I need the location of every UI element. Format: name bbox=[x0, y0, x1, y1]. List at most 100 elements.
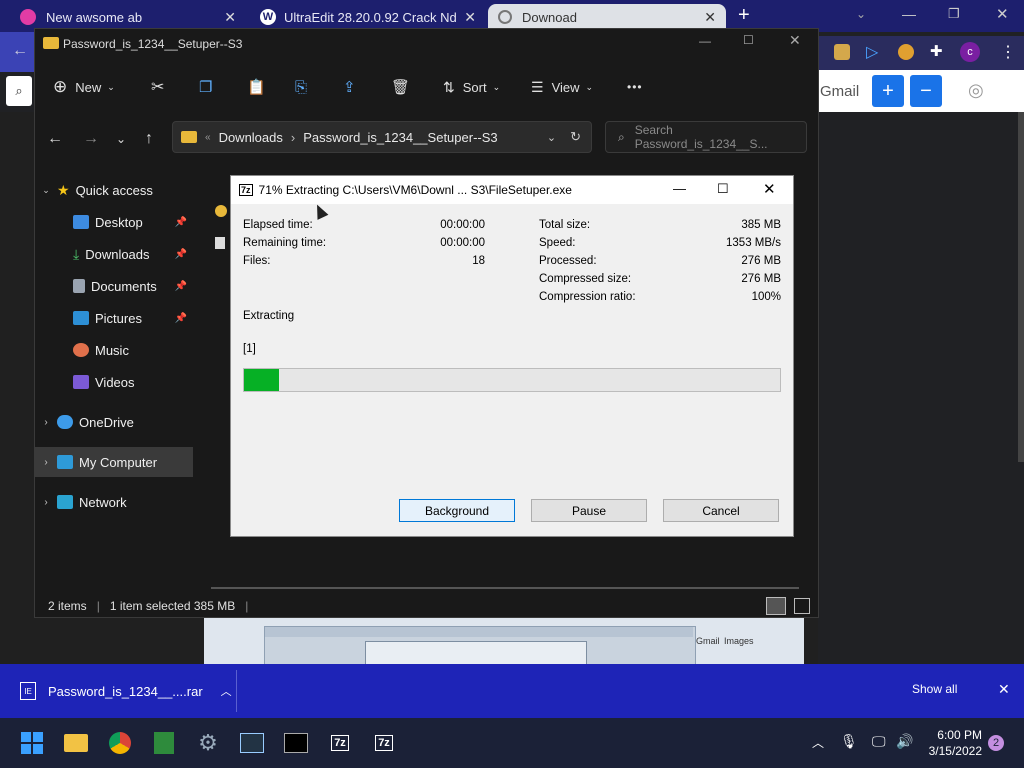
nav-network[interactable]: › Network bbox=[35, 487, 193, 517]
paste-icon[interactable]: 📋 bbox=[247, 69, 266, 105]
play-extension-icon[interactable]: ▷ bbox=[866, 42, 878, 62]
tiles-view-icon[interactable] bbox=[794, 598, 810, 614]
nav-music[interactable]: Music bbox=[35, 335, 193, 365]
scrollbar[interactable] bbox=[1018, 112, 1024, 462]
maximize-icon[interactable]: ☐ bbox=[717, 181, 729, 197]
expand-chevron-icon[interactable]: › bbox=[35, 417, 57, 428]
search-input[interactable]: ⌕ Search Password_is_1234__S... bbox=[605, 121, 807, 153]
browser-tab[interactable]: W UltraEdit 28.20.0.92 Crack Nd Lic ✕ bbox=[250, 4, 486, 30]
close-icon[interactable]: ✕ bbox=[763, 180, 776, 198]
total-size-value: 385 MB bbox=[741, 219, 781, 231]
file-row-icon[interactable] bbox=[215, 237, 225, 249]
search-icon[interactable]: ⌕ bbox=[6, 76, 32, 106]
file-explorer-icon[interactable] bbox=[60, 727, 92, 759]
recent-locations-icon[interactable]: ⌄ bbox=[107, 121, 135, 157]
7zip-taskbar-icon[interactable]: 7z bbox=[368, 727, 400, 759]
eye-off-icon[interactable]: ◎ bbox=[968, 80, 984, 101]
address-bar[interactable]: « Downloads › Password_is_1234__Setuper-… bbox=[172, 121, 592, 153]
extension-icon[interactable] bbox=[834, 44, 850, 60]
new-tab-icon[interactable]: + bbox=[738, 4, 750, 27]
close-tab-icon[interactable]: ✕ bbox=[464, 9, 476, 26]
zoom-out-button[interactable]: − bbox=[910, 75, 942, 107]
maximize-icon[interactable]: ☐ bbox=[743, 33, 754, 47]
site-favicon-icon bbox=[20, 9, 36, 25]
total-size-label: Total size: bbox=[539, 219, 591, 231]
volume-icon[interactable]: 🔊 bbox=[896, 733, 913, 750]
file-row-icon[interactable] bbox=[215, 205, 227, 217]
details-view-icon[interactable] bbox=[766, 597, 786, 615]
expand-chevron-icon[interactable]: › bbox=[35, 457, 57, 468]
browser-tab-active[interactable]: Downoad ✕ bbox=[488, 4, 726, 30]
share-icon[interactable]: ⇪ bbox=[343, 69, 356, 105]
terminal-icon[interactable] bbox=[280, 727, 312, 759]
overflow-chevron-icon[interactable]: « bbox=[205, 132, 211, 143]
nav-videos[interactable]: Videos bbox=[35, 367, 193, 397]
monkey-extension-icon[interactable] bbox=[898, 44, 914, 60]
7zip-taskbar-icon[interactable]: 7z bbox=[324, 727, 356, 759]
profile-avatar[interactable]: c bbox=[960, 42, 980, 62]
minimize-icon[interactable]: — bbox=[902, 6, 916, 22]
puzzle-icon[interactable]: ✚ bbox=[930, 42, 943, 60]
chevron-up-icon[interactable]: ︿ bbox=[812, 734, 824, 751]
close-shelf-icon[interactable]: ✕ bbox=[998, 681, 1010, 698]
more-options-icon[interactable]: ••• bbox=[627, 69, 643, 105]
show-all-button[interactable]: Show all bbox=[912, 682, 984, 700]
music-icon bbox=[73, 343, 89, 357]
up-arrow-icon[interactable]: ↑ bbox=[135, 121, 163, 157]
network-status-icon[interactable]: 🖵 bbox=[872, 733, 886, 750]
nav-downloads[interactable]: ⤓ Downloads 📌 bbox=[35, 239, 193, 269]
sort-button[interactable]: ⇅ Sort ⌄ bbox=[443, 69, 500, 105]
settings-gear-icon[interactable]: ⚙ bbox=[192, 727, 224, 759]
nav-quick-access[interactable]: ⌄ ★ Quick access bbox=[35, 175, 193, 205]
background-button[interactable]: Background bbox=[399, 499, 515, 522]
zoom-in-button[interactable]: + bbox=[872, 75, 904, 107]
cut-icon[interactable]: ✂ bbox=[151, 69, 164, 105]
notification-badge[interactable]: 2 bbox=[988, 735, 1004, 751]
clock-time[interactable]: 6:00 PM bbox=[930, 728, 982, 742]
clock-date[interactable]: 3/15/2022 bbox=[926, 744, 982, 758]
refresh-icon[interactable]: ↻ bbox=[570, 129, 581, 145]
menu-kebab-icon[interactable]: ⋮ bbox=[1000, 42, 1016, 62]
close-tab-icon[interactable]: ✕ bbox=[224, 9, 236, 26]
download-item[interactable]: IE Password_is_1234__....rar ︿ bbox=[0, 664, 236, 718]
restore-icon[interactable]: ❐ bbox=[948, 6, 960, 22]
nav-onedrive[interactable]: › OneDrive bbox=[35, 407, 193, 437]
gmail-link[interactable]: Gmail bbox=[820, 83, 859, 100]
nav-pictures[interactable]: Pictures 📌 bbox=[35, 303, 193, 333]
close-tab-icon[interactable]: ✕ bbox=[704, 9, 716, 26]
close-window-icon[interactable]: ✕ bbox=[789, 32, 801, 49]
expand-chevron-icon[interactable]: › bbox=[35, 497, 57, 508]
forward-arrow-icon[interactable]: → bbox=[77, 121, 105, 157]
rename-icon[interactable]: ⎘ bbox=[295, 69, 307, 105]
back-arrow-icon[interactable]: ← bbox=[41, 121, 69, 157]
copy-icon[interactable]: ❐ bbox=[199, 69, 212, 105]
chart-app-icon[interactable] bbox=[148, 727, 180, 759]
nav-documents[interactable]: Documents 📌 bbox=[35, 271, 193, 301]
expand-chevron-icon[interactable]: ⌄ bbox=[35, 185, 57, 196]
selection-info: 1 item selected 385 MB bbox=[109, 599, 236, 613]
compression-ratio-value: 100% bbox=[751, 291, 781, 303]
chevron-down-icon[interactable]: ⌄ bbox=[547, 131, 556, 144]
nav-desktop[interactable]: Desktop 📌 bbox=[35, 207, 193, 237]
performance-monitor-icon[interactable] bbox=[236, 727, 268, 759]
view-button[interactable]: ☰ View ⌄ bbox=[531, 69, 593, 105]
nav-my-computer[interactable]: › My Computer bbox=[35, 447, 193, 477]
minimize-icon[interactable]: — bbox=[699, 34, 711, 48]
breadcrumb-item[interactable]: Password_is_1234__Setuper--S3 bbox=[303, 130, 497, 145]
back-button[interactable]: ← bbox=[0, 32, 36, 72]
browser-tab[interactable]: New awsome ab ✕ bbox=[10, 4, 246, 30]
microphone-icon[interactable]: 🎙 bbox=[840, 733, 858, 750]
close-window-icon[interactable]: ✕ bbox=[996, 5, 1009, 23]
breadcrumb-item[interactable]: Downloads bbox=[219, 130, 283, 145]
chevron-up-icon[interactable]: ︿ bbox=[221, 683, 232, 699]
new-button[interactable]: ⊕ New ⌄ bbox=[53, 69, 115, 105]
cancel-button[interactable]: Cancel bbox=[663, 499, 779, 522]
horizontal-scrollbar[interactable] bbox=[211, 587, 799, 589]
tab-search-icon[interactable]: ⌄ bbox=[856, 7, 866, 21]
minimize-icon[interactable]: — bbox=[673, 181, 686, 196]
start-button-icon[interactable] bbox=[16, 727, 48, 759]
chrome-icon[interactable] bbox=[104, 727, 136, 759]
pause-button[interactable]: Pause bbox=[531, 499, 647, 522]
videos-icon bbox=[73, 375, 89, 389]
delete-icon[interactable]: 🗑 bbox=[391, 69, 410, 105]
